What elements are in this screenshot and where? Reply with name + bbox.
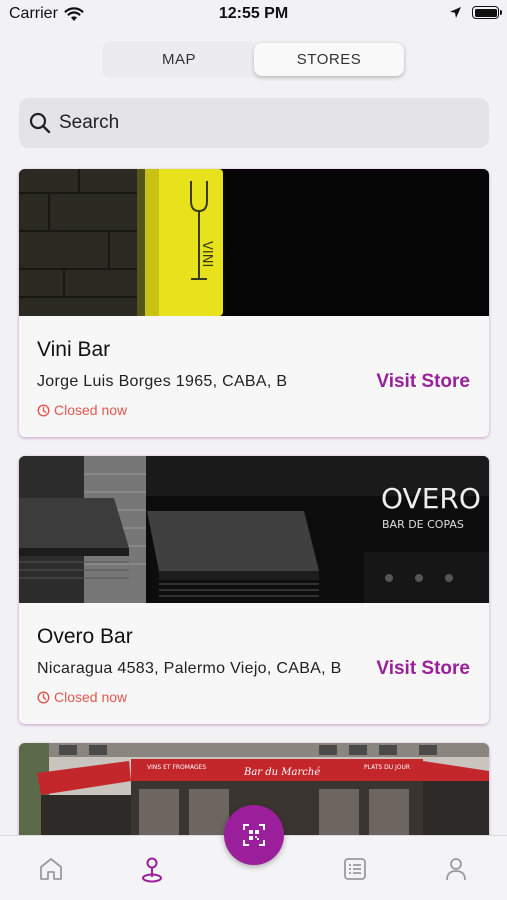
tab-stores[interactable]: STORES [254, 43, 404, 76]
store-card[interactable]: VINI Vini Bar Jorge Luis Borges 1965, CA… [19, 169, 489, 437]
awning-text-left: VINS ET FROMAGES [147, 764, 206, 771]
tab-orders[interactable] [338, 852, 372, 886]
view-segmented-control: MAP STORES [102, 41, 406, 78]
profile-icon [446, 858, 466, 881]
status-time: 12:55 PM [218, 5, 289, 22]
store-status-label: Closed now [54, 689, 128, 705]
visit-store-button[interactable]: Visit Store [376, 658, 470, 680]
awning-text-right: PLATS DU JOUR [364, 764, 410, 771]
clock-icon [37, 403, 50, 417]
svg-text:VINI: VINI [199, 241, 214, 267]
store-name: Vini Bar [37, 338, 111, 361]
store-status: Closed now [37, 689, 127, 705]
search-bar[interactable] [19, 98, 489, 148]
clock-icon [37, 690, 50, 704]
vini-bar-storefront-image: VINI [19, 169, 489, 316]
list-icon [344, 858, 366, 880]
store-address: Jorge Luis Borges 1965, CABA, B [37, 373, 288, 390]
store-image: OVERO BAR DE COPAS [19, 456, 489, 603]
store-status: Closed now [37, 402, 127, 418]
visit-store-button[interactable]: Visit Store [376, 371, 470, 393]
awning-text-center: Bar du Marché [243, 767, 320, 778]
tab-map[interactable]: MAP [104, 43, 254, 76]
overo-sign-subtitle: BAR DE COPAS [382, 518, 464, 531]
status-bar: Carrier 12:55 PM [0, 0, 507, 30]
store-card[interactable]: OVERO BAR DE COPAS Overo Bar Nicaragua 4… [19, 456, 489, 724]
store-name: Overo Bar [37, 625, 133, 648]
battery-icon [472, 6, 502, 19]
search-input[interactable] [59, 112, 459, 134]
store-image: VINI [19, 169, 489, 316]
tab-profile[interactable] [439, 852, 473, 886]
overo-sign-text: OVERO [381, 482, 481, 515]
map-pin-icon [142, 857, 162, 883]
home-icon [40, 858, 62, 880]
search-icon [29, 112, 51, 134]
store-address: Nicaragua 4583, Palermo Viejo, CABA, B [37, 660, 342, 677]
location-arrow-icon [450, 7, 461, 18]
tab-home[interactable] [34, 852, 68, 886]
qr-scan-icon [243, 824, 265, 846]
qr-scan-button[interactable] [224, 805, 284, 865]
store-status-label: Closed now [54, 402, 128, 418]
tab-stores-map[interactable] [135, 852, 169, 886]
overo-bar-storefront-image: OVERO BAR DE COPAS [19, 456, 489, 603]
